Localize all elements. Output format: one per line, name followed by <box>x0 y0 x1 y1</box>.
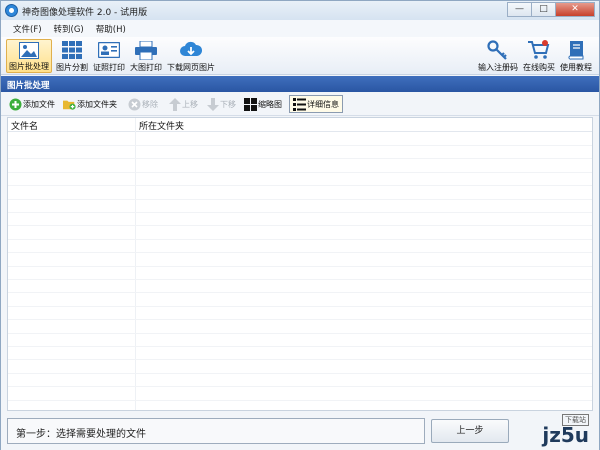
table-row <box>8 361 592 374</box>
tool-label: 在线购买 <box>523 63 555 72</box>
tool-label: 大图打印 <box>130 63 162 72</box>
grid-icon <box>61 40 83 60</box>
tool-label: 输入注册码 <box>478 63 518 72</box>
close-button[interactable]: ✕ <box>555 2 595 17</box>
list-toolbar: 添加文件 添加文件夹 移除 上移 下移 缩略图 详细信息 <box>1 92 599 116</box>
main-toolbar: 图片批处理 图片分割 证照打印 大图打印 下载网页图片 输入注册码 在线购买 使… <box>1 37 599 75</box>
details-label: 详细信息 <box>307 99 339 109</box>
menu-goto[interactable]: 转到(G) <box>48 20 90 37</box>
details-view-button[interactable]: 详细信息 <box>289 95 343 113</box>
cloud-download-icon <box>180 40 202 60</box>
table-row <box>8 133 592 146</box>
table-row <box>8 267 592 280</box>
tool-batch-process[interactable]: 图片批处理 <box>6 39 52 73</box>
table-row <box>8 307 592 321</box>
thumbnail-icon <box>244 97 257 111</box>
list-view-icon <box>293 97 306 111</box>
column-header-filename[interactable]: 文件名 <box>11 119 38 132</box>
remove-button[interactable]: 移除 <box>128 95 158 113</box>
minimize-button[interactable]: — <box>507 2 531 17</box>
menu-help[interactable]: 帮助(H) <box>90 20 132 37</box>
tool-label: 证照打印 <box>93 63 125 72</box>
arrow-up-icon <box>168 97 181 111</box>
step-instruction: 第一步：选择需要处理的文件 <box>7 418 425 444</box>
table-row <box>8 321 592 334</box>
cart-icon <box>528 40 550 60</box>
table-row <box>8 280 592 294</box>
app-window: 神奇图像处理软件 2.0 - 试用版 — □ ✕ 文件(F) 转到(G) 帮助(… <box>0 0 600 450</box>
window-title: 神奇图像处理软件 2.0 - 试用版 <box>22 8 148 18</box>
tool-buy-online[interactable]: 在线购买 <box>521 39 557 73</box>
add-file-icon <box>9 98 22 111</box>
tool-label: 图片分割 <box>56 63 88 72</box>
image-icon <box>18 41 40 59</box>
tool-label: 图片批处理 <box>9 62 49 71</box>
status-bar: 第一步：选择需要处理的文件 上一步 下载站 jz5u <box>1 412 599 450</box>
move-down-label: 下移 <box>220 99 236 109</box>
tool-label: 使用教程 <box>560 63 592 72</box>
table-row <box>8 173 592 187</box>
table-row <box>8 334 592 347</box>
tool-enter-reg-code[interactable]: 输入注册码 <box>477 39 519 73</box>
thumbnail-view-button[interactable]: 缩略图 <box>244 95 282 113</box>
table-row <box>8 401 592 410</box>
site-watermark: 下载站 jz5u <box>511 414 593 450</box>
menu-bar: 文件(F) 转到(G) 帮助(H) <box>1 20 599 37</box>
table-row <box>8 347 592 361</box>
file-list-header: 文件名 所在文件夹 <box>8 118 592 132</box>
table-row <box>8 146 592 160</box>
add-file-label: 添加文件 <box>23 99 55 109</box>
section-title-bar: 图片批处理 <box>1 76 599 92</box>
table-row <box>8 160 592 173</box>
table-row <box>8 187 592 200</box>
tool-tutorial[interactable]: 使用教程 <box>559 39 593 73</box>
window-controls: — □ ✕ <box>507 2 595 17</box>
remove-label: 移除 <box>142 99 158 109</box>
add-file-button[interactable]: 添加文件 <box>9 95 55 113</box>
move-down-button[interactable]: 下移 <box>206 95 236 113</box>
tool-label: 下载网页图片 <box>167 63 215 72</box>
add-folder-icon <box>63 98 76 111</box>
app-logo-icon <box>5 4 18 17</box>
tool-image-split[interactable]: 图片分割 <box>55 39 89 73</box>
id-card-icon <box>98 40 120 60</box>
menu-file[interactable]: 文件(F) <box>7 20 48 37</box>
column-header-folder[interactable]: 所在文件夹 <box>139 119 184 132</box>
watermark-text: jz5u <box>542 423 589 447</box>
add-folder-label: 添加文件夹 <box>77 99 117 109</box>
printer-icon <box>135 40 157 60</box>
table-row <box>8 227 592 240</box>
remove-icon <box>128 98 141 111</box>
add-folder-button[interactable]: 添加文件夹 <box>63 95 117 113</box>
move-up-button[interactable]: 上移 <box>168 95 198 113</box>
tool-large-print[interactable]: 大图打印 <box>129 39 163 73</box>
table-row <box>8 374 592 388</box>
move-up-label: 上移 <box>182 99 198 109</box>
file-list[interactable]: 文件名 所在文件夹 <box>7 117 593 411</box>
title-bar: 神奇图像处理软件 2.0 - 试用版 — □ ✕ <box>1 1 599 20</box>
tool-download-web-images[interactable]: 下载网页图片 <box>166 39 216 73</box>
key-icon <box>487 40 509 60</box>
tool-id-photo-print[interactable]: 证照打印 <box>92 39 126 73</box>
table-row <box>8 254 592 267</box>
maximize-button[interactable]: □ <box>531 2 555 17</box>
table-row <box>8 200 592 213</box>
table-row <box>8 294 592 307</box>
table-row <box>8 240 592 254</box>
table-row <box>8 388 592 401</box>
book-icon <box>565 40 587 60</box>
prev-step-button[interactable]: 上一步 <box>431 419 509 443</box>
thumbnail-label: 缩略图 <box>258 99 282 109</box>
table-row <box>8 213 592 227</box>
arrow-down-icon <box>206 97 219 111</box>
